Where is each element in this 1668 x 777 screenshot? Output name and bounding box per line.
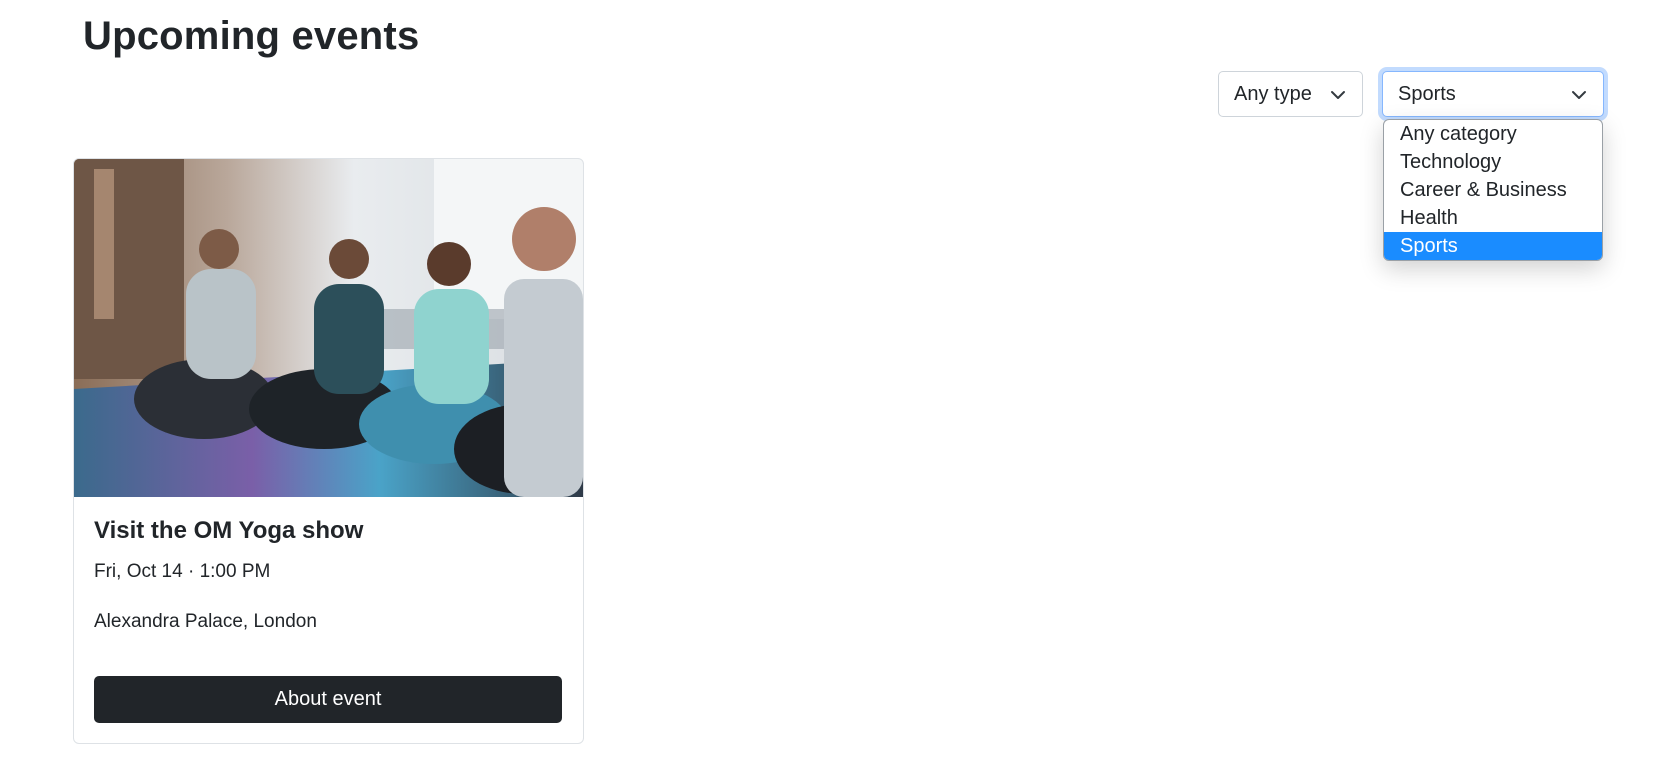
event-image [74, 159, 583, 497]
event-venue: Alexandra Palace, London [94, 611, 317, 632]
category-select[interactable]: Sports [1382, 71, 1604, 117]
category-option-health[interactable]: Health [1384, 204, 1602, 232]
category-option-any[interactable]: Any category [1384, 120, 1602, 148]
chevron-down-icon [1331, 91, 1345, 99]
event-datetime: Fri, Oct 14 · 1:00 PM [94, 561, 271, 582]
chevron-down-icon [1572, 91, 1586, 99]
category-option-sports[interactable]: Sports [1384, 232, 1602, 260]
event-card: Visit the OM Yoga show Fri, Oct 14 · 1:0… [73, 158, 584, 744]
category-select-value: Sports [1398, 82, 1456, 105]
event-title: Visit the OM Yoga show [94, 517, 364, 544]
type-select-value: Any type [1234, 82, 1312, 105]
category-option-technology[interactable]: Technology [1384, 148, 1602, 176]
category-option-career-business[interactable]: Career & Business [1384, 176, 1602, 204]
category-dropdown-list: Any category Technology Career & Busines… [1383, 119, 1603, 261]
type-select[interactable]: Any type [1218, 71, 1363, 117]
page-title: Upcoming events [83, 14, 420, 58]
about-event-button[interactable]: About event [94, 676, 562, 723]
